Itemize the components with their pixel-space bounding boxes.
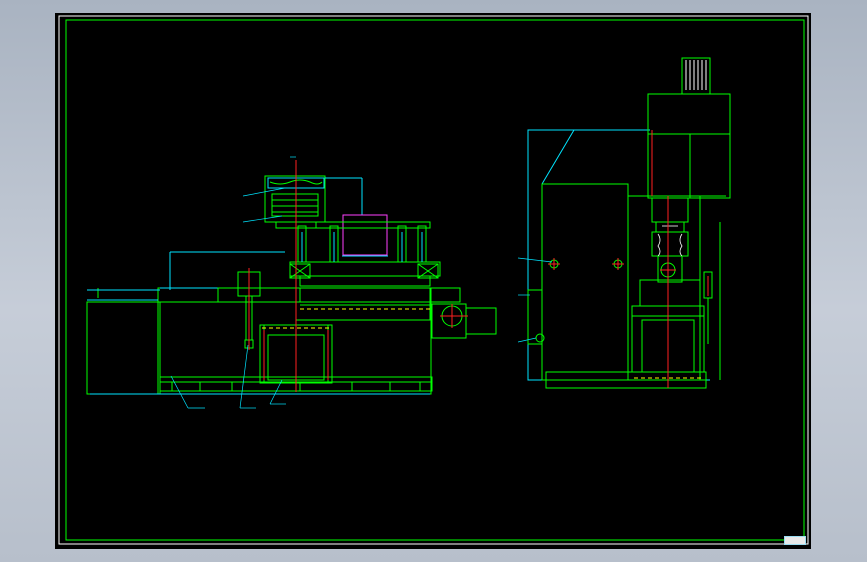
- spindle-shaft: [657, 225, 683, 257]
- spindle-motor: [647, 57, 731, 199]
- spindle-head: [264, 175, 326, 229]
- cad-drawing-canvas[interactable]: [0, 0, 867, 562]
- motor-cap: [685, 60, 707, 90]
- guide-rail: [87, 251, 430, 395]
- column-holes: [549, 259, 623, 269]
- side-leaders: [517, 257, 553, 343]
- column-detail: [301, 232, 423, 262]
- frame-body: [541, 183, 726, 389]
- title-block: [784, 536, 806, 545]
- side-bracket: [527, 289, 545, 345]
- machine-bed: [86, 287, 461, 395]
- front-leaders: [170, 156, 296, 409]
- carriage: [217, 287, 431, 384]
- feed-motor: [431, 303, 497, 339]
- column-frame: [527, 129, 710, 381]
- front-view: [86, 156, 497, 409]
- side-view: [517, 57, 731, 389]
- spindle-bracket: [267, 177, 363, 290]
- drive-motor: [342, 214, 388, 256]
- spindle-housing: [651, 197, 689, 283]
